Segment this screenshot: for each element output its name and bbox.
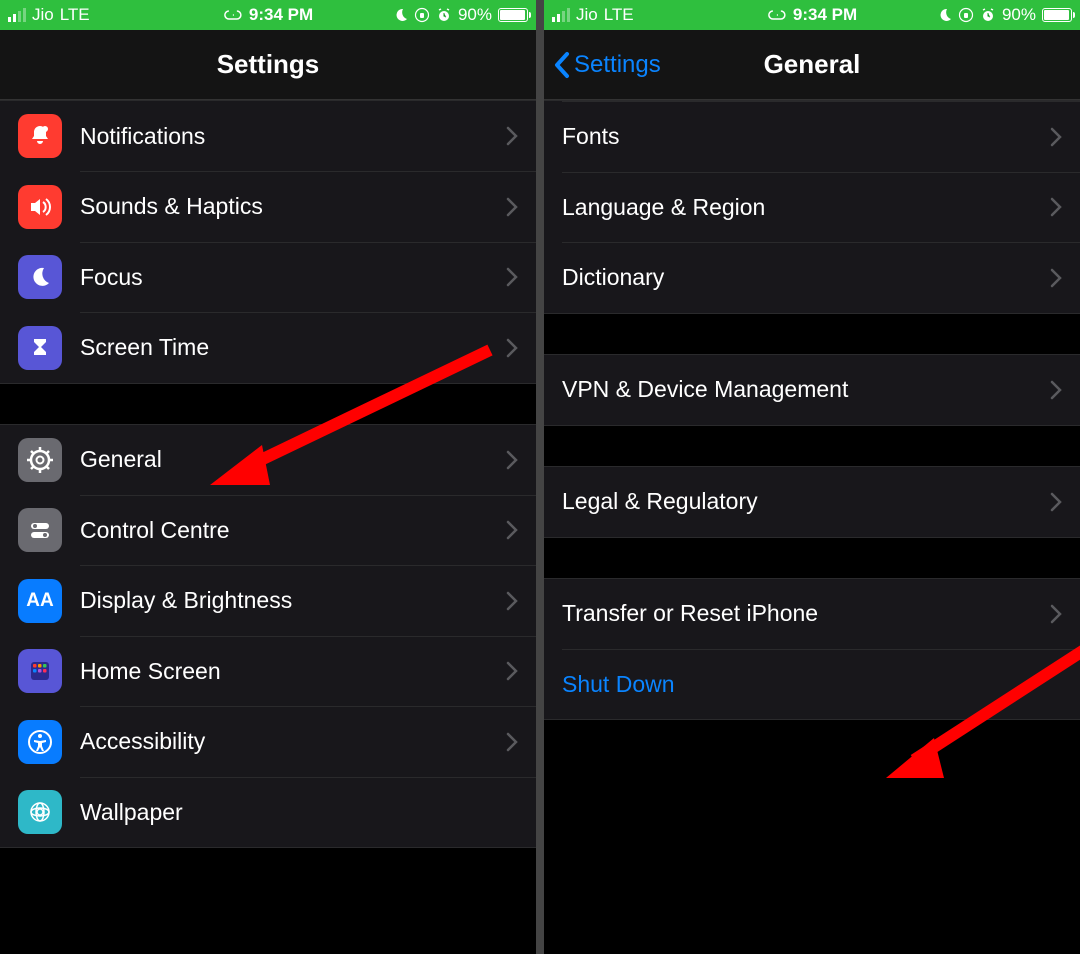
alarm-icon <box>436 7 452 23</box>
bell-icon <box>18 114 62 158</box>
chevron-right-icon <box>506 197 518 217</box>
hourglass-icon <box>18 326 62 370</box>
chevron-right-icon <box>506 338 518 358</box>
row-label: Language & Region <box>562 194 1050 221</box>
chevron-right-icon <box>1050 604 1062 624</box>
row-sounds-haptics[interactable]: Sounds & Haptics <box>0 172 536 242</box>
row-transfer-reset[interactable]: Transfer or Reset iPhone <box>544 579 1080 649</box>
text-size-icon: AA <box>18 579 62 623</box>
toggles-icon <box>18 508 62 552</box>
row-control-centre[interactable]: Control Centre <box>0 495 536 565</box>
row-home-screen[interactable]: Home Screen <box>0 636 536 706</box>
hotspot-icon <box>223 9 243 21</box>
general-list[interactable]: Fonts Language & Region Dictionary VPN &… <box>544 100 1080 720</box>
row-screen-time[interactable]: Screen Time <box>0 313 536 383</box>
chevron-right-icon <box>506 591 518 611</box>
row-focus[interactable]: Focus <box>0 242 536 312</box>
carrier: Jio <box>576 5 598 25</box>
network: LTE <box>604 5 634 25</box>
chevron-right-icon <box>506 732 518 752</box>
chevron-right-icon <box>1050 380 1062 400</box>
page-title: Settings <box>217 49 320 80</box>
row-general[interactable]: General <box>0 425 536 495</box>
row-fonts[interactable]: Fonts <box>544 102 1080 172</box>
battery-pct: 90% <box>1002 5 1036 25</box>
row-dictionary[interactable]: Dictionary <box>544 243 1080 313</box>
dnd-moon-icon <box>394 8 408 22</box>
wallpaper-icon <box>18 790 62 834</box>
chevron-right-icon <box>1050 197 1062 217</box>
status-bar: Jio LTE 9:34 PM 90% <box>0 0 536 30</box>
chevron-right-icon <box>1050 268 1062 288</box>
back-label: Settings <box>574 51 661 79</box>
speaker-icon <box>18 185 62 229</box>
phone-left: Jio LTE 9:34 PM 90% Settings Notificatio… <box>0 0 536 954</box>
chevron-left-icon <box>552 50 572 80</box>
chevron-right-icon <box>506 126 518 146</box>
settings-list[interactable]: Notifications Sounds & Haptics Focus Scr… <box>0 100 536 848</box>
hotspot-icon <box>767 9 787 21</box>
back-button[interactable]: Settings <box>552 30 661 99</box>
row-notifications[interactable]: Notifications <box>0 101 536 171</box>
nav-bar: Settings General <box>544 30 1080 100</box>
row-language-region[interactable]: Language & Region <box>544 172 1080 242</box>
carrier: Jio <box>32 5 54 25</box>
dnd-moon-icon <box>938 8 952 22</box>
network: LTE <box>60 5 90 25</box>
gear-icon <box>18 438 62 482</box>
row-shut-down[interactable]: Shut Down <box>544 649 1080 719</box>
row-display-brightness[interactable]: AA Display & Brightness <box>0 566 536 636</box>
status-bar: Jio LTE 9:34 PM 90% <box>544 0 1080 30</box>
row-label: Notifications <box>80 123 506 150</box>
row-label: Focus <box>80 264 506 291</box>
phone-right: Jio LTE 9:34 PM 90% Settings General Fon… <box>544 0 1080 954</box>
row-label: Legal & Regulatory <box>562 488 1050 515</box>
row-label: Wallpaper <box>80 799 518 826</box>
row-wallpaper[interactable]: Wallpaper <box>0 777 536 847</box>
signal-bars-icon <box>552 8 570 22</box>
chevron-right-icon <box>506 267 518 287</box>
battery-icon <box>1042 8 1072 22</box>
accessibility-icon <box>18 720 62 764</box>
lock-rotation-icon <box>958 7 974 23</box>
row-vpn-device-management[interactable]: VPN & Device Management <box>544 355 1080 425</box>
chevron-right-icon <box>506 661 518 681</box>
battery-pct: 90% <box>458 5 492 25</box>
chevron-right-icon <box>1050 492 1062 512</box>
row-label: VPN & Device Management <box>562 376 1050 403</box>
row-label: General <box>80 446 506 473</box>
battery-icon <box>498 8 528 22</box>
lock-rotation-icon <box>414 7 430 23</box>
nav-bar: Settings <box>0 30 536 100</box>
chevron-right-icon <box>506 520 518 540</box>
home-screen-icon <box>18 649 62 693</box>
row-accessibility[interactable]: Accessibility <box>0 707 536 777</box>
chevron-right-icon <box>1050 127 1062 147</box>
time: 9:34 PM <box>249 5 313 25</box>
row-label: Display & Brightness <box>80 587 506 614</box>
row-label: Dictionary <box>562 264 1050 291</box>
row-label: Fonts <box>562 123 1050 150</box>
signal-bars-icon <box>8 8 26 22</box>
time: 9:34 PM <box>793 5 857 25</box>
row-label: Sounds & Haptics <box>80 193 506 220</box>
row-label: Screen Time <box>80 334 506 361</box>
row-legal-regulatory[interactable]: Legal & Regulatory <box>544 467 1080 537</box>
row-label: Home Screen <box>80 658 506 685</box>
row-label: Shut Down <box>562 671 1062 698</box>
row-label: Accessibility <box>80 728 506 755</box>
alarm-icon <box>980 7 996 23</box>
row-label: Transfer or Reset iPhone <box>562 600 1050 627</box>
row-label: Control Centre <box>80 517 506 544</box>
chevron-right-icon <box>506 450 518 470</box>
page-title: General <box>764 49 861 80</box>
moon-icon <box>18 255 62 299</box>
